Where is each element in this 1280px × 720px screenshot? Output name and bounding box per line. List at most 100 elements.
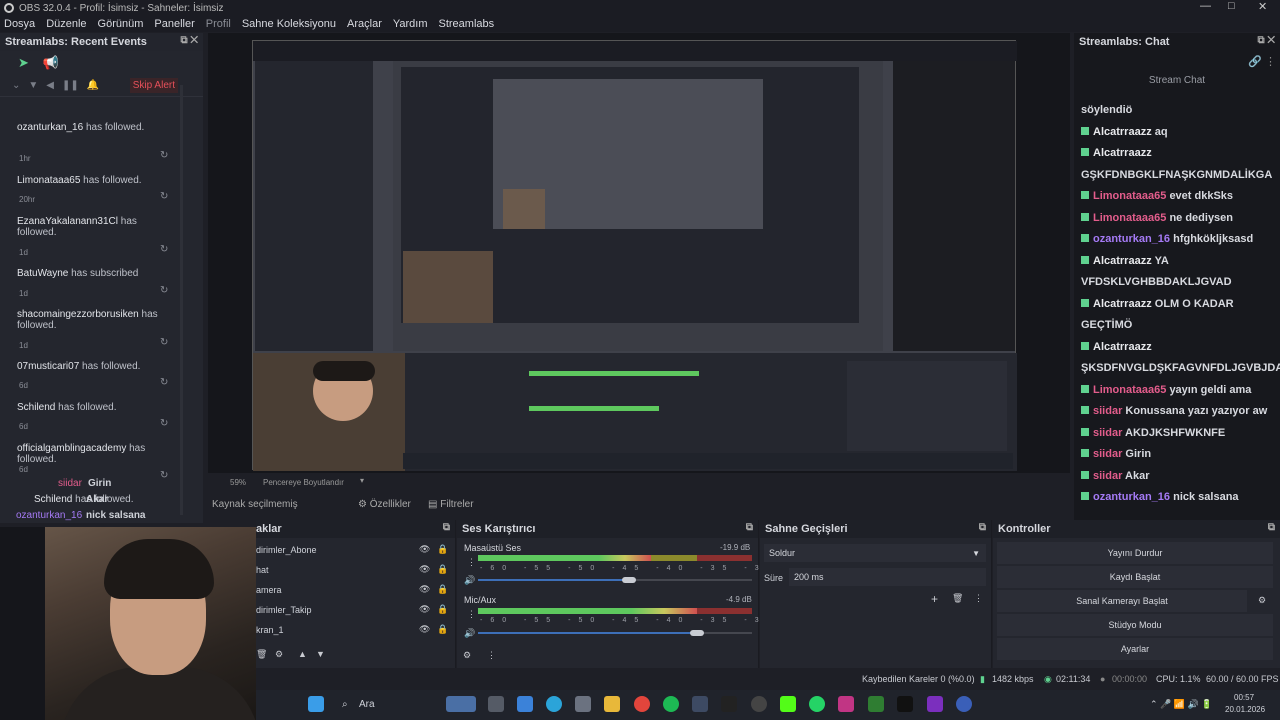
menu-profil[interactable]: Profil [206,18,231,30]
duration-input[interactable]: 200 ms [789,568,986,586]
replay-icon[interactable]: ↻ [160,377,168,388]
kebab-menu-icon[interactable]: ⋮ [467,609,476,620]
eye-icon[interactable]: 👁 [419,604,430,615]
preview-canvas[interactable] [252,40,1017,471]
app-g-icon[interactable] [897,696,913,712]
stop-streaming-button[interactable]: Yayını Durdur [997,542,1273,564]
megaphone-icon[interactable]: 📢 [43,55,59,71]
replay-icon[interactable]: ↻ [160,191,168,202]
events-scrollbar[interactable] [180,85,183,515]
whatsapp-icon[interactable] [809,696,825,712]
lock-icon[interactable]: 🔒 [437,584,448,595]
replay-icon[interactable]: ↻ [160,337,168,348]
gear-icon[interactable]: ⚙ [1258,595,1266,606]
replay-icon[interactable]: ↻ [160,418,168,429]
kick-icon[interactable] [780,696,796,712]
chat-username[interactable]: Alcatrraazz [1093,147,1152,159]
widget-icon[interactable] [446,696,476,712]
dock-float-icon[interactable]: ⧉ [1268,522,1275,533]
eye-icon[interactable]: 👁 [419,624,430,635]
add-icon[interactable]: + [931,592,938,606]
chat-username[interactable]: ozanturkan_16 [1093,491,1170,503]
chat-username[interactable]: siidar [1093,448,1122,460]
spotify-icon[interactable] [663,696,679,712]
bell-icon[interactable]: 🔔 [87,80,99,91]
chat-username[interactable]: Alcatrraazz [1093,298,1152,310]
app-icon[interactable] [956,696,972,712]
chat-username[interactable]: siidar [1093,405,1122,417]
move-down-icon[interactable]: ▼ [316,649,325,659]
instagram-icon[interactable] [838,696,854,712]
store-icon[interactable] [517,696,533,712]
task-view-icon[interactable] [488,696,504,712]
volume-slider-knob[interactable] [621,577,636,583]
replay-icon[interactable]: ↻ [160,150,168,161]
eye-icon[interactable]: 👁 [419,544,430,555]
chat-username[interactable]: Alcatrraazz [1093,341,1152,353]
chevron-down-icon[interactable]: ▾ [360,476,364,485]
eye-icon[interactable]: 👁 [419,584,430,595]
chat-username[interactable]: Limonataaa65 [1093,384,1166,396]
filter-icon[interactable]: ▼ [28,80,38,91]
file-explorer-icon[interactable] [604,696,620,712]
windows-start-icon[interactable] [308,696,324,712]
start-virtual-camera-button[interactable]: Sanal Kamerayı Başlat [997,590,1247,612]
chevron-down-icon[interactable]: ⌄ [12,80,20,91]
dock-float-close-icon[interactable]: ⧉ ✕ [180,35,198,46]
remove-source-icon[interactable]: 🗑 [256,649,267,660]
menu-dosya[interactable]: Dosya [4,18,35,30]
transition-select[interactable]: Soldur ▼ [764,544,986,562]
lock-icon[interactable]: 🔒 [437,624,448,635]
trash-icon[interactable]: 🗑 [952,593,963,604]
obs-taskbar-icon[interactable] [751,696,767,712]
chrome-icon[interactable] [634,696,650,712]
chat-username[interactable]: Limonataaa65 [1093,190,1166,202]
app-icon[interactable] [868,696,884,712]
start-recording-button[interactable]: Kaydı Başlat [997,566,1273,588]
close-button[interactable]: ✕ [1258,0,1267,13]
speaker-icon[interactable]: 🔊 [464,575,475,586]
tray-icons[interactable]: ⌃ 🎤 📶 🔊 🔋 [1150,699,1212,710]
lock-icon[interactable]: 🔒 [437,564,448,575]
dock-float-icon[interactable]: ⧉ [979,522,986,533]
menu-streamlabs[interactable]: Streamlabs [439,18,495,30]
taskbar-search[interactable]: Ara [359,699,375,710]
eye-icon[interactable]: 👁 [419,564,430,575]
chat-username[interactable]: Alcatrraazz [1093,255,1152,267]
edge-icon[interactable] [546,696,562,712]
chat-settings-icons[interactable]: 🔗 ⋮ [1248,55,1276,68]
move-up-icon[interactable]: ▲ [298,649,307,659]
replay-icon[interactable]: ↻ [160,470,168,481]
maximize-button[interactable]: □ [1228,0,1235,12]
dock-float-close-icon[interactable]: ⧉ ✕ [1257,35,1275,46]
pause-icon[interactable]: ❚❚ [62,80,79,91]
menu-gorunum[interactable]: Görünüm [98,18,144,30]
menu-araclar[interactable]: Araçlar [347,18,382,30]
link-gear-icon[interactable]: ⚙ [463,650,471,661]
send-icon[interactable]: ➤ [18,55,29,71]
zoom-mode[interactable]: Pencereye Boyutlandır [263,478,344,487]
lock-icon[interactable]: 🔒 [437,604,448,615]
menu-duzenle[interactable]: Düzenle [46,18,86,30]
calculator-icon[interactable] [575,696,591,712]
search-icon[interactable]: ⌕ [342,699,348,710]
dock-float-icon[interactable]: ⧉ [443,522,450,533]
kebab-menu-icon[interactable]: ⋮ [487,650,496,661]
chat-username[interactable]: Limonataaa65 [1093,212,1166,224]
skip-alert-button[interactable]: Skip Alert [129,78,178,93]
steam-icon[interactable] [692,696,708,712]
mute-icon[interactable]: ◀ [46,80,54,91]
minimize-button[interactable]: — [1200,0,1211,12]
chat-username[interactable]: ozanturkan_16 [1093,233,1170,245]
menu-yardim[interactable]: Yardım [393,18,428,30]
speaker-icon[interactable]: 🔊 [464,628,475,639]
menu-sahne-koleksiyonu[interactable]: Sahne Koleksiyonu [242,18,336,30]
replay-icon[interactable]: ↻ [160,285,168,296]
studio-mode-button[interactable]: Stüdyo Modu [997,614,1273,636]
filters-button[interactable]: ▤ Filtreler [428,499,474,510]
volume-slider-knob[interactable] [690,630,705,636]
zoom-value[interactable]: 59% [230,478,246,487]
lock-icon[interactable]: 🔒 [437,544,448,555]
chat-username[interactable]: siidar [1093,427,1122,439]
dock-float-icon[interactable]: ⧉ [746,522,753,533]
